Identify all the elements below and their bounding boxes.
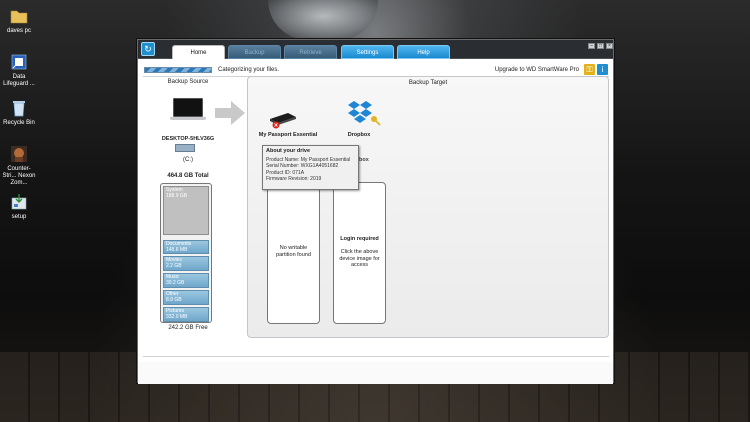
wd-smartware-window: ↻ Home Backup Retrieve Settings Help – □… bbox=[137, 39, 614, 384]
tooltip-title: About your drive bbox=[266, 148, 311, 154]
desktop-icon-recycle-bin[interactable]: Recycle Bin bbox=[2, 98, 36, 127]
backup-source-title: Backup Source bbox=[167, 79, 209, 85]
category-pictures[interactable]: Pictures 332.0 MB bbox=[163, 307, 209, 322]
footer-bar bbox=[138, 362, 613, 384]
categorizing-progress-bar bbox=[144, 67, 212, 73]
desktop-icon-setup[interactable]: setup bbox=[2, 192, 36, 221]
category-size: 188.9 GB bbox=[166, 192, 188, 199]
tooltip-line: Firmware Revision: 2019 bbox=[266, 176, 322, 182]
disk-utility-icon bbox=[11, 54, 27, 70]
desktop-icon-label: daves pc bbox=[6, 28, 31, 34]
target-column-my-passport[interactable]: No writable partition found bbox=[267, 182, 320, 324]
hard-drive-icon bbox=[175, 144, 195, 152]
info-icon[interactable]: i bbox=[597, 64, 608, 75]
category-system[interactable]: System 188.9 GB bbox=[163, 186, 209, 235]
game-icon bbox=[11, 146, 27, 162]
tab-help[interactable]: Help bbox=[397, 45, 450, 59]
category-size: 30.2 GB bbox=[166, 279, 185, 286]
target-column-dropbox[interactable]: Login required Click the above device im… bbox=[333, 182, 386, 324]
backup-target-title: Backup Target bbox=[408, 80, 448, 86]
desktop-icon-data-lifeguard[interactable]: Data Lifeguard ... bbox=[2, 52, 36, 88]
category-other[interactable]: Other 8.9 GB bbox=[163, 290, 209, 305]
tab-backup[interactable]: Backup bbox=[228, 45, 281, 59]
minimize-button[interactable]: – bbox=[588, 43, 595, 49]
login-required-heading: Login required bbox=[340, 236, 379, 242]
status-text: Categorizing your files. bbox=[218, 67, 280, 73]
desktop-icon-daves-pc[interactable]: daves pc bbox=[2, 6, 36, 35]
backup-target-panel: Backup Target My Passport Essential Drop… bbox=[247, 76, 609, 338]
key-icon[interactable]: ⚿ bbox=[584, 64, 595, 75]
total-capacity: 464.8 GB Total bbox=[167, 173, 209, 179]
desktop-icon-label: setup bbox=[11, 214, 27, 220]
category-music[interactable]: Music 30.2 GB bbox=[163, 273, 209, 288]
dropbox-icon[interactable] bbox=[346, 99, 382, 127]
upgrade-link[interactable]: Upgrade to WD SmartWare Pro bbox=[495, 64, 579, 76]
close-button[interactable]: × bbox=[606, 43, 613, 49]
desktop-icon-label: Recycle Bin bbox=[3, 120, 35, 126]
category-movies[interactable]: Movies 2.2 GB bbox=[163, 256, 209, 271]
wallpaper-window bbox=[268, 0, 378, 40]
category-size: 332.0 MB bbox=[166, 313, 188, 320]
device-label-my-passport: My Passport Essential bbox=[258, 132, 318, 138]
tab-retrieve[interactable]: Retrieve bbox=[284, 45, 337, 59]
laptop-icon[interactable] bbox=[170, 98, 206, 120]
wd-logo-icon: ↻ bbox=[141, 42, 155, 56]
category-size: 148.6 MB bbox=[166, 246, 188, 253]
desktop-icon-label: Data Lifeguard ... bbox=[3, 74, 35, 87]
tab-home[interactable]: Home bbox=[172, 45, 225, 59]
computer-name: DESKTOP-5HLV36G bbox=[161, 136, 215, 142]
category-size: 8.9 GB bbox=[166, 296, 182, 303]
maximize-button[interactable]: □ bbox=[597, 43, 604, 49]
category-documents[interactable]: Documents 148.6 MB bbox=[163, 240, 209, 254]
folder-icon bbox=[10, 10, 28, 24]
installer-icon bbox=[11, 194, 27, 210]
arrow-right-icon bbox=[215, 101, 245, 125]
progress-fill bbox=[145, 68, 211, 72]
desktop-icon-counter-strike[interactable]: Counter-Stri... Nexon Zom... bbox=[2, 144, 36, 187]
device-label-dropbox: Dropbox bbox=[347, 132, 371, 138]
desktop-icon-label: Counter-Stri... Nexon Zom... bbox=[2, 166, 36, 186]
category-column: System 188.9 GB Documents 148.6 MB Movie… bbox=[160, 183, 212, 323]
external-drive-icon[interactable] bbox=[268, 107, 298, 129]
window-titlebar[interactable]: ↻ Home Backup Retrieve Settings Help – □… bbox=[138, 40, 613, 59]
category-size: 2.2 GB bbox=[166, 262, 182, 269]
recycle-bin-icon bbox=[13, 101, 25, 117]
status-row: Categorizing your files. Upgrade to WD S… bbox=[144, 64, 609, 76]
login-instructions: Click the above device image for access bbox=[339, 249, 380, 268]
no-partition-text: No writable partition found bbox=[276, 245, 311, 258]
partial-label: box bbox=[359, 157, 369, 163]
drive-info-tooltip: About your drive Product Name: My Passpo… bbox=[262, 145, 359, 190]
free-space: 242.2 GB Free bbox=[168, 325, 208, 331]
tab-settings[interactable]: Settings bbox=[341, 45, 394, 59]
drive-label: (C:) bbox=[183, 157, 193, 163]
footer-divider bbox=[143, 356, 609, 357]
